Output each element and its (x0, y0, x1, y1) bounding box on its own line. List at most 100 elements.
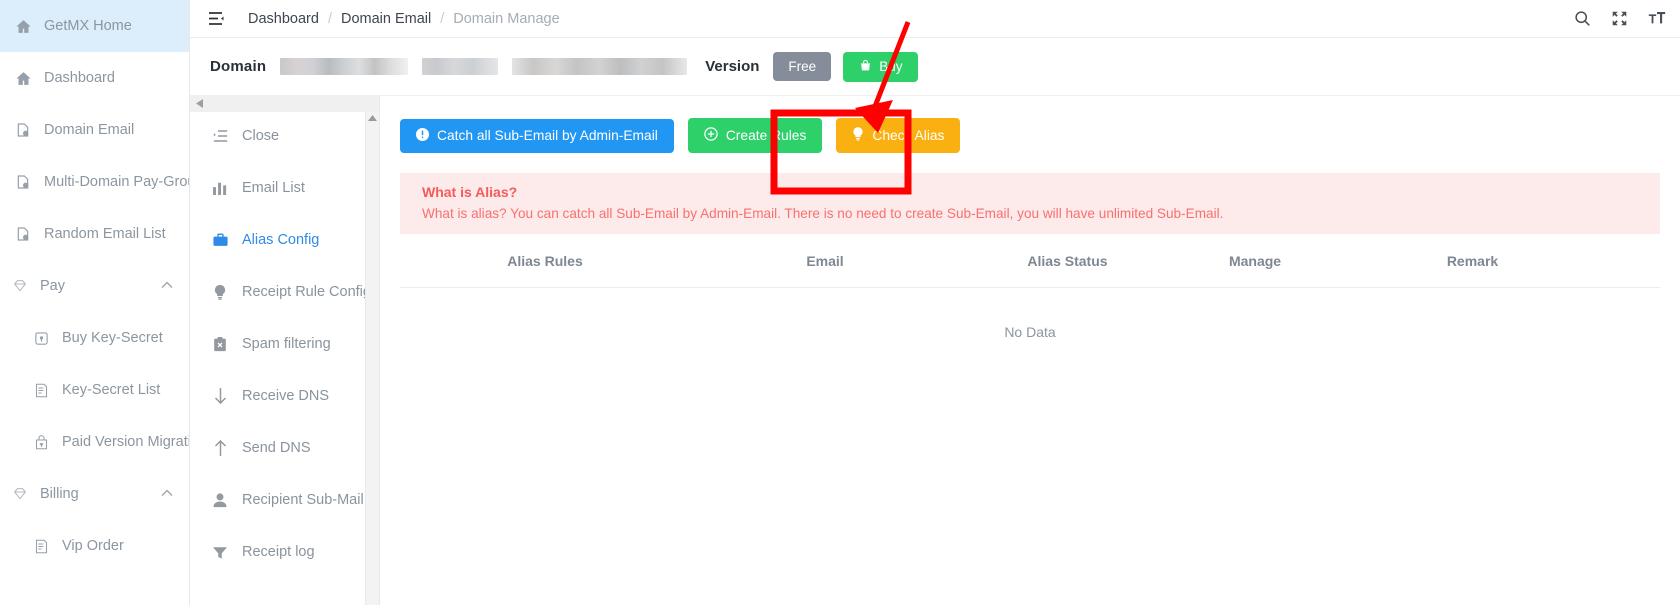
sidebar-item-vip-order[interactable]: Vip Order (0, 520, 189, 572)
sidebar-item-random-email-list[interactable]: Random Email List (0, 208, 189, 260)
sidebar-item-paid-version-migration[interactable]: Paid Version Migration (0, 416, 189, 468)
hamburger-icon[interactable] (206, 9, 226, 29)
caret-up-icon (368, 115, 377, 605)
sidebar-group-pay[interactable]: Pay (0, 260, 189, 312)
sidebar-item-label: Dashboard (44, 69, 115, 86)
font-size-icon[interactable] (1648, 10, 1666, 27)
diamond-icon (8, 275, 32, 297)
submenu-item-alias-config[interactable]: Alias Config (190, 214, 379, 266)
alias-table: Alias Rules Email Alias Status Manage Re… (400, 234, 1660, 340)
version-label: Version (705, 58, 760, 75)
sidebar-item-label: Key-Secret List (62, 381, 161, 398)
domain-submenu: Close Email List Alias Config Receipt Ru… (190, 96, 380, 605)
breadcrumb-item-dashboard[interactable]: Dashboard (248, 11, 319, 27)
sidebar-item-label: Domain Email (44, 121, 135, 138)
sidebar-item-key-secret-list[interactable]: Key-Secret List (0, 364, 189, 416)
indent-list-icon (210, 126, 230, 146)
app-root: GetMX Home Dashboard Domain Email Multi-… (0, 0, 1680, 605)
funnel-icon (210, 542, 230, 562)
submenu-scrollbar[interactable] (365, 112, 379, 605)
create-rules-button[interactable]: Create Rules (687, 118, 823, 153)
column-header-email: Email (806, 252, 844, 269)
arrow-down-icon (210, 386, 230, 406)
alias-config-panel: Catch all Sub-Email by Admin-Email Creat… (380, 96, 1680, 605)
caret-left-icon (196, 98, 203, 110)
sidebar-item-domain-email[interactable]: Domain Email (0, 104, 189, 156)
upload-bag-icon (30, 431, 52, 453)
version-free-badge[interactable]: Free (773, 52, 832, 81)
list-doc-icon (30, 379, 52, 401)
user-icon (210, 490, 230, 510)
domain-icon (12, 119, 34, 141)
domain-summary-bar: Domain Version Free Buy (190, 38, 1680, 96)
submenu-item-label: Receive DNS (242, 388, 330, 404)
submenu-item-receive-dns[interactable]: Receive DNS (190, 370, 379, 422)
submenu-item-label: Email List (242, 180, 305, 196)
breadcrumb: Dashboard / Domain Email / Domain Manage (248, 11, 560, 27)
submenu-item-receipt-rule-config[interactable]: Receipt Rule Config (190, 266, 379, 318)
breadcrumb-separator: / (327, 10, 332, 27)
shopping-bag-icon (859, 59, 872, 75)
domain-icon (12, 171, 34, 193)
column-header-remark: Remark (1446, 252, 1499, 269)
column-header-alias-rules: Alias Rules (507, 252, 583, 269)
sidebar-item-label: Multi-Domain Pay-Group (44, 173, 190, 190)
alert-text: What is alias? You can catch all Sub-Ema… (422, 206, 1224, 221)
sidebar-item-label: Vip Order (62, 537, 124, 554)
submenu-item-receipt-log[interactable]: Receipt log (190, 526, 379, 578)
submenu-item-email-list[interactable]: Email List (190, 162, 379, 214)
submenu-item-label: Recipient Sub-Mail (242, 492, 364, 508)
right-column: Dashboard / Domain Email / Domain Manage (190, 0, 1680, 605)
home-icon (12, 15, 34, 37)
sidebar-item-label: GetMX Home (44, 17, 132, 34)
sidebar-item-label: Paid Version Migration (62, 433, 189, 450)
action-button-row: Catch all Sub-Email by Admin-Email Creat… (380, 96, 1680, 153)
submenu-item-label: Receipt Rule Config (242, 284, 371, 300)
fullscreen-icon[interactable] (1611, 10, 1628, 27)
domain-label: Domain (210, 58, 267, 75)
column-header-alias-status: Alias Status (1027, 252, 1108, 269)
bar-chart-icon (210, 178, 230, 198)
domain-value-redacted (512, 58, 688, 75)
home-icon (12, 67, 34, 89)
submenu-item-recipient-sub-mail[interactable]: Recipient Sub-Mail (190, 474, 379, 526)
arrow-up-icon (210, 438, 230, 458)
top-header: Dashboard / Domain Email / Domain Manage (190, 0, 1680, 38)
button-label: Catch all Sub-Email by Admin-Email (437, 128, 658, 143)
submenu-item-label: Receipt log (242, 544, 315, 560)
briefcase-icon (210, 230, 230, 250)
buy-button[interactable]: Buy (843, 51, 919, 82)
header-actions (1574, 10, 1666, 27)
submenu-item-close[interactable]: Close (190, 110, 379, 162)
bulb-icon (210, 282, 230, 302)
sidebar-item-getmx-home[interactable]: GetMX Home (0, 0, 189, 52)
clipboard-x-icon (210, 334, 230, 354)
domain-icon (12, 223, 34, 245)
submenu-item-label: Send DNS (242, 440, 311, 456)
diamond-icon (8, 483, 32, 505)
sidebar-item-buy-key-secret[interactable]: Buy Key-Secret (0, 312, 189, 364)
submenu-item-send-dns[interactable]: Send DNS (190, 422, 379, 474)
submenu-item-label: Alias Config (242, 232, 320, 248)
key-box-icon (30, 327, 52, 349)
sidebar-group-billing[interactable]: Billing (0, 468, 189, 520)
submenu-item-spam-filtering[interactable]: Spam filtering (190, 318, 379, 370)
search-icon[interactable] (1574, 10, 1591, 27)
submenu-item-label: Close (242, 128, 280, 144)
table-header-row: Alias Rules Email Alias Status Manage Re… (400, 234, 1660, 288)
breadcrumb-item-domain-email[interactable]: Domain Email (341, 11, 431, 27)
domain-value-redacted (280, 58, 409, 75)
submenu-collapse-bar[interactable] (190, 96, 379, 112)
domain-value-redacted (422, 58, 499, 75)
sidebar-item-dashboard[interactable]: Dashboard (0, 52, 189, 104)
alias-info-alert: What is Alias? What is alias? You can ca… (400, 173, 1660, 234)
content-body: Close Email List Alias Config Receipt Ru… (190, 96, 1680, 605)
sidebar-group-label: Pay (40, 278, 65, 294)
sidebar-item-multi-domain-pay-group[interactable]: Multi-Domain Pay-Group (0, 156, 189, 208)
check-alias-button[interactable]: Check Alias (836, 118, 961, 153)
submenu-item-label: Spam filtering (242, 336, 331, 352)
buy-button-label: Buy (879, 59, 903, 74)
sidebar-group-label: Billing (40, 486, 79, 502)
catch-all-sub-email-button[interactable]: Catch all Sub-Email by Admin-Email (400, 118, 674, 153)
button-label: Create Rules (725, 128, 807, 143)
